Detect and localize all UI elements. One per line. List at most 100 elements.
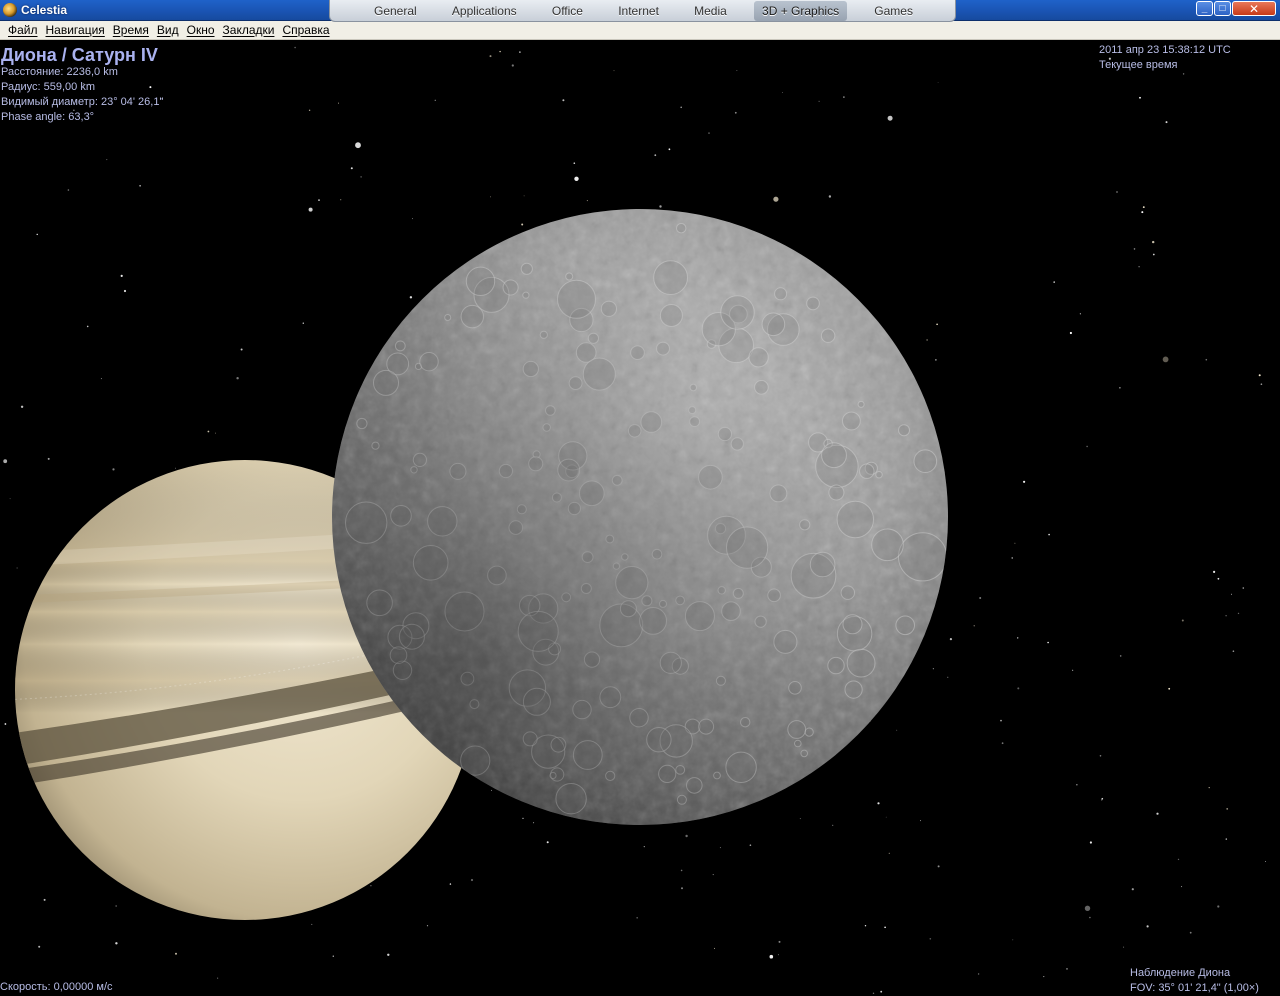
star	[887, 115, 893, 121]
star	[115, 942, 118, 945]
radius-readout: Радиус: 559,00 km	[1, 81, 96, 93]
star	[1116, 191, 1118, 193]
star	[1076, 784, 1078, 786]
celestia-app-icon[interactable]	[3, 3, 17, 17]
star	[685, 834, 688, 838]
space-scene	[3, 46, 1266, 994]
star	[207, 430, 210, 433]
menu-view[interactable]: Вид	[153, 23, 183, 37]
star	[1162, 356, 1169, 363]
star	[1053, 281, 1055, 283]
star	[977, 973, 980, 975]
star	[659, 205, 662, 208]
maximize-button[interactable]: □	[1214, 1, 1231, 16]
star	[1043, 976, 1045, 978]
star	[409, 296, 413, 299]
star	[1131, 888, 1134, 891]
dock-item-3d-graphics[interactable]: 3D + Graphics	[754, 0, 848, 21]
star	[491, 789, 492, 791]
star	[294, 46, 296, 49]
menu-window[interactable]: Окно	[183, 23, 219, 37]
star	[935, 359, 937, 361]
star	[736, 70, 738, 71]
star	[338, 102, 339, 104]
star	[449, 883, 452, 885]
star	[1011, 557, 1013, 559]
menu-help[interactable]: Справка	[278, 23, 333, 37]
star	[426, 925, 429, 927]
star	[1165, 121, 1168, 124]
star	[1225, 615, 1227, 617]
maximize-icon: □	[1219, 3, 1226, 14]
star	[217, 977, 219, 979]
close-button[interactable]: ✕	[1232, 1, 1276, 16]
menu-bookmarks[interactable]: Закладки	[219, 23, 279, 37]
star	[100, 378, 102, 380]
space-viewport[interactable]	[0, 40, 1280, 994]
star	[36, 233, 38, 236]
star	[120, 274, 123, 277]
star	[1208, 787, 1210, 789]
star	[522, 817, 524, 820]
star	[1177, 858, 1180, 861]
star	[680, 106, 682, 109]
star	[1069, 331, 1072, 335]
speed-readout: Скорость: 0,00000 м/с	[0, 981, 113, 993]
dock-item-applications[interactable]: Applications	[444, 1, 525, 21]
dione-moon[interactable]	[332, 209, 948, 825]
dock-item-games[interactable]: Games	[866, 1, 921, 21]
star	[302, 322, 304, 324]
star	[511, 64, 514, 67]
star	[1048, 533, 1050, 536]
star	[47, 457, 50, 460]
star	[1226, 808, 1229, 810]
star	[1232, 650, 1235, 652]
star	[332, 955, 334, 957]
menu-time[interactable]: Время	[109, 23, 153, 37]
star	[1079, 313, 1081, 315]
star	[16, 567, 18, 569]
menu-bar: Файл Навигация Время Вид Окно Закладки С…	[0, 20, 1280, 40]
star	[123, 289, 127, 293]
star	[1181, 619, 1184, 622]
object-info-panel: Диона / Сатурн IV Расстояние: 2236,0 km …	[1, 45, 163, 125]
star	[681, 887, 683, 890]
star	[1217, 577, 1220, 580]
star	[926, 339, 928, 341]
star	[115, 905, 117, 907]
star	[1217, 905, 1220, 908]
star	[412, 218, 413, 220]
dock-item-office[interactable]: Office	[544, 1, 591, 21]
dock-item-general[interactable]: General	[366, 1, 425, 21]
apparent-diameter-readout: Видимый диаметр: 23° 04' 26,1"	[1, 96, 164, 108]
star	[668, 148, 671, 151]
minimize-button[interactable]: _	[1196, 1, 1213, 16]
star	[175, 952, 177, 955]
star	[490, 196, 491, 198]
star	[1205, 358, 1208, 361]
star	[1119, 387, 1121, 389]
star	[979, 597, 982, 599]
star	[533, 822, 535, 824]
dock-item-internet[interactable]: Internet	[610, 1, 667, 21]
dock-item-media[interactable]: Media	[686, 1, 735, 21]
star	[521, 223, 524, 226]
star	[67, 189, 70, 191]
star	[1141, 211, 1144, 214]
star	[318, 199, 320, 201]
star	[1099, 755, 1102, 757]
star	[1260, 383, 1263, 386]
star	[1101, 797, 1104, 800]
star	[773, 196, 779, 202]
tracking-readout: Наблюдение Диона	[1130, 967, 1231, 979]
star	[311, 923, 313, 925]
star	[355, 142, 361, 149]
star	[947, 676, 949, 678]
star	[20, 405, 24, 408]
menu-file[interactable]: Файл	[4, 23, 42, 37]
star	[4, 723, 7, 725]
minimize-icon: _	[1201, 3, 1208, 14]
star	[832, 824, 834, 826]
menu-navigation[interactable]: Навигация	[42, 23, 109, 37]
star	[1023, 480, 1026, 483]
